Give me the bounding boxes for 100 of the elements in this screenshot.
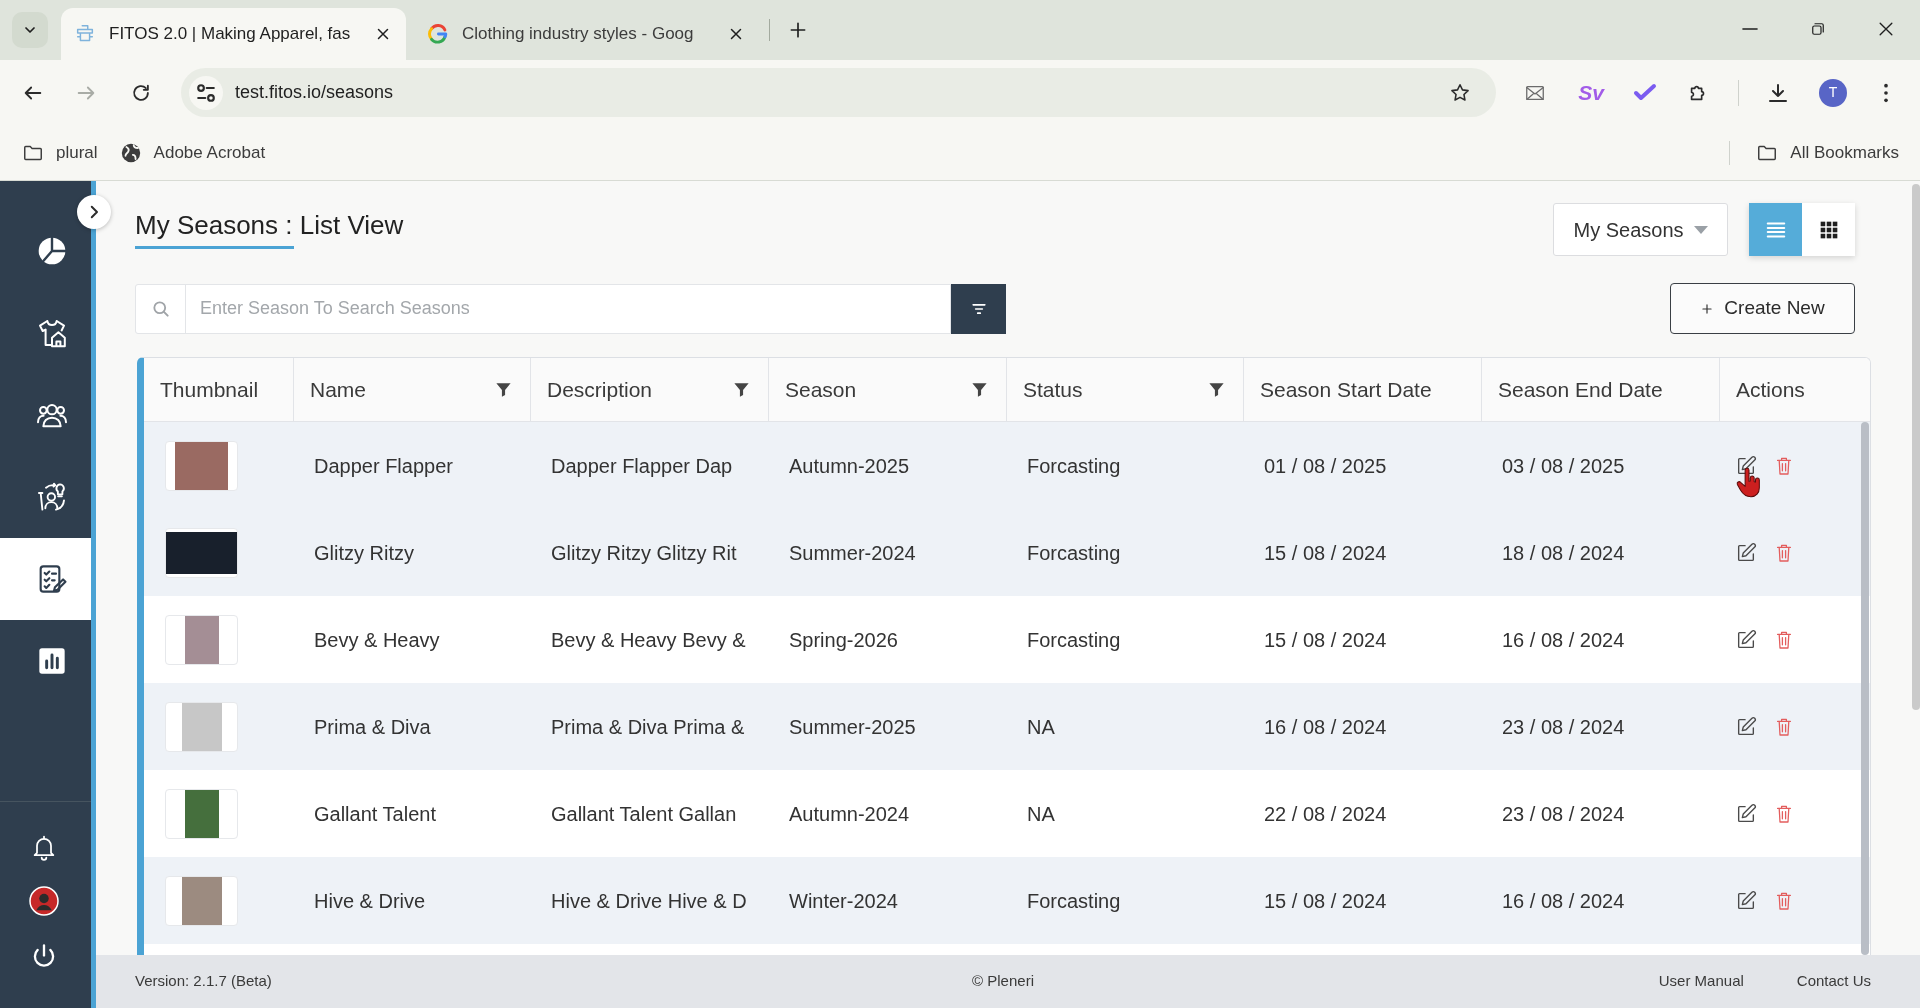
edit-icon[interactable] bbox=[1735, 802, 1757, 825]
table-cell: 22 / 08 / 2024 bbox=[1264, 802, 1387, 825]
extension-button[interactable]: Sv bbox=[1571, 72, 1611, 113]
hand-cursor-icon bbox=[1736, 467, 1762, 498]
bookmark-link[interactable]: Adobe Acrobat bbox=[119, 134, 266, 171]
table-cell: 03 / 08 / 2025 bbox=[1502, 454, 1625, 477]
trash-icon[interactable] bbox=[1776, 716, 1792, 737]
page-title: My Seasons : List View bbox=[135, 210, 404, 240]
photo-placeholder bbox=[181, 876, 222, 925]
star-icon[interactable] bbox=[1449, 81, 1471, 104]
table-cell: Forcasting bbox=[1027, 628, 1121, 651]
column-header: Season bbox=[785, 376, 857, 403]
bookmark-link[interactable]: plural bbox=[22, 134, 98, 171]
menu-icon bbox=[1883, 81, 1889, 104]
trash-icon[interactable] bbox=[1776, 803, 1792, 824]
filter-icon[interactable] bbox=[1207, 380, 1226, 399]
restore-icon bbox=[1809, 20, 1827, 38]
address-bar[interactable]: test.fitos.io/seasons bbox=[181, 68, 1496, 117]
search-icon bbox=[150, 298, 171, 319]
table-cell: Dapper Flapper Dap bbox=[551, 454, 733, 477]
table-cell: Summer-2024 bbox=[789, 541, 916, 564]
view-dropdown[interactable]: My Seasons bbox=[1553, 203, 1728, 256]
photo-placeholder bbox=[184, 615, 219, 664]
globe-icon bbox=[119, 141, 142, 164]
photo-placeholder bbox=[175, 441, 228, 490]
filter-icon[interactable] bbox=[494, 380, 513, 399]
trash-icon[interactable] bbox=[1776, 455, 1792, 476]
filter-icon[interactable] bbox=[970, 380, 989, 399]
photo-placeholder bbox=[184, 789, 219, 838]
column-header: Season End Date bbox=[1498, 376, 1663, 403]
table-cell: Dapper Flapper bbox=[314, 454, 453, 477]
table-cell: NA bbox=[1027, 715, 1055, 738]
create-new-button[interactable]: Create New bbox=[1670, 283, 1855, 334]
table-cell: Forcasting bbox=[1027, 454, 1121, 477]
minimize-icon bbox=[1742, 28, 1758, 30]
footer-link[interactable]: Contact Us bbox=[1796, 970, 1871, 993]
trash-icon[interactable] bbox=[1776, 542, 1792, 563]
scrollbar-thumb[interactable] bbox=[1861, 422, 1869, 955]
table-cell: Hive & Drive bbox=[314, 889, 426, 912]
trash-icon[interactable] bbox=[1776, 629, 1792, 650]
tune-icon[interactable] bbox=[189, 75, 223, 110]
edit-icon[interactable] bbox=[1735, 889, 1757, 912]
column-header: Status bbox=[1023, 376, 1083, 403]
scrollbar-thumb[interactable] bbox=[1912, 184, 1920, 710]
table-cell: 23 / 08 / 2024 bbox=[1502, 715, 1625, 738]
column-header: Name bbox=[310, 376, 367, 403]
table-cell: Forcasting bbox=[1027, 889, 1121, 912]
column-header: Actions bbox=[1736, 376, 1805, 403]
footer-link[interactable]: User Manual bbox=[1658, 970, 1744, 993]
copyright-text: © Pleneri bbox=[972, 971, 1034, 992]
table-cell: Hive & Drive Hive & D bbox=[551, 889, 747, 912]
caret-down-icon bbox=[1693, 225, 1708, 234]
edit-icon[interactable] bbox=[1735, 454, 1757, 477]
version-text: Version: 2.1.7 (Beta) bbox=[135, 972, 272, 990]
edit-icon[interactable] bbox=[1735, 541, 1757, 564]
plus-icon bbox=[1700, 301, 1715, 316]
tab-list-button[interactable] bbox=[12, 12, 48, 48]
all-bookmarks-button[interactable]: All Bookmarks bbox=[1756, 134, 1899, 171]
table-cell: 16 / 08 / 2024 bbox=[1502, 628, 1625, 651]
table-cell: 15 / 08 / 2024 bbox=[1264, 889, 1387, 912]
column-header: Thumbnail bbox=[160, 376, 259, 403]
plus-icon bbox=[788, 20, 808, 40]
profile-button[interactable]: T bbox=[1819, 78, 1847, 107]
filter-button[interactable] bbox=[951, 283, 1006, 334]
sidebar-item[interactable] bbox=[0, 538, 91, 620]
avatar-icon[interactable] bbox=[29, 886, 59, 916]
table-cell: 16 / 08 / 2024 bbox=[1264, 715, 1387, 738]
table-cell: Spring-2026 bbox=[789, 628, 898, 651]
table-cell: Bevy & Heavy Bevy & bbox=[551, 628, 746, 651]
table-cell: Winter-2024 bbox=[789, 889, 898, 912]
multicolor-ring-icon bbox=[427, 23, 449, 45]
table-cell: Autumn-2024 bbox=[789, 802, 910, 825]
table-cell: Autumn-2025 bbox=[789, 454, 910, 477]
table-cell: Forcasting bbox=[1027, 541, 1121, 564]
edit-icon[interactable] bbox=[1735, 715, 1757, 738]
grid-view-button[interactable] bbox=[1802, 203, 1855, 256]
filter-icon[interactable] bbox=[732, 380, 751, 399]
table-cell: Summer-2025 bbox=[789, 715, 916, 738]
table-cell: 16 / 08 / 2024 bbox=[1502, 889, 1625, 912]
trash-icon[interactable] bbox=[1776, 890, 1792, 911]
table-cell: 15 / 08 / 2024 bbox=[1264, 628, 1387, 651]
table-cell: 18 / 08 / 2024 bbox=[1502, 541, 1625, 564]
table-cell: 01 / 08 / 2025 bbox=[1264, 454, 1387, 477]
edit-icon[interactable] bbox=[1735, 628, 1757, 651]
table-cell: 23 / 08 / 2024 bbox=[1502, 802, 1625, 825]
table-cell: 15 / 08 / 2024 bbox=[1264, 541, 1387, 564]
browser-tab[interactable]: Clothing industry styles - Goog bbox=[414, 8, 759, 60]
table-cell: Glitzy Ritzy Glitzy Rit bbox=[551, 541, 737, 564]
column-header: Season Start Date bbox=[1260, 376, 1432, 403]
table-cell: NA bbox=[1027, 802, 1055, 825]
table-cell: Gallant Talent Gallan bbox=[551, 802, 737, 825]
table-cell: Prima & Diva bbox=[314, 715, 431, 738]
table-cell: Glitzy Ritzy bbox=[314, 541, 414, 564]
table-cell: Gallant Talent bbox=[314, 802, 436, 825]
browser-tab[interactable]: FITOS 2.0 | Making Apparel, fas bbox=[61, 8, 406, 60]
column-header: Description bbox=[547, 376, 653, 403]
table-cell: Bevy & Heavy bbox=[314, 628, 440, 651]
photo-placeholder bbox=[181, 702, 222, 751]
grid-icon bbox=[1818, 219, 1839, 240]
expand-sidebar-button[interactable] bbox=[77, 195, 111, 229]
